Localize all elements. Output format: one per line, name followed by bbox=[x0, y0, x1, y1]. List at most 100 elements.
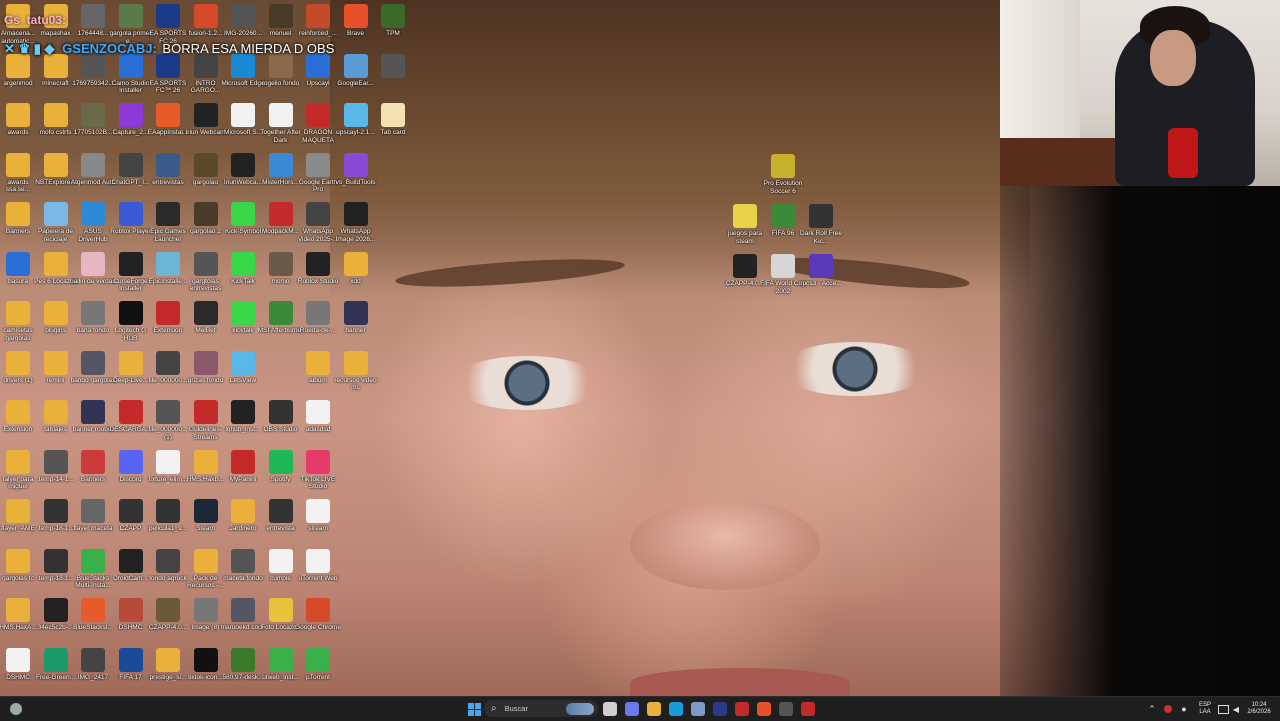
taskbar-app-settings[interactable] bbox=[690, 699, 706, 719]
desktop-icon-122[interactable]: stream bbox=[295, 495, 341, 543]
desktop-icon-image bbox=[306, 152, 330, 177]
desktop-icon-image bbox=[343, 103, 368, 127]
chat-username: Gs_tatu03: bbox=[4, 13, 67, 27]
desktop-icon-image bbox=[306, 400, 330, 424]
search-highlight-image bbox=[566, 702, 594, 715]
desktop-icon-image bbox=[343, 202, 368, 226]
desktop-icon-image bbox=[81, 647, 105, 672]
desktop-icon-image bbox=[81, 449, 105, 474]
desktop-icon-image bbox=[81, 53, 105, 78]
desktop-icon-134[interactable]: TPM bbox=[370, 0, 416, 48]
desktop-icon-image bbox=[193, 449, 218, 474]
desktop-icon-image bbox=[193, 4, 218, 28]
desktop-icon-image bbox=[231, 548, 255, 573]
desktop-icon-image bbox=[156, 598, 180, 622]
desktop-icon-131[interactable]: xdd bbox=[333, 248, 379, 296]
tray-mic-button[interactable]: ● bbox=[1178, 699, 1190, 719]
desktop-icon-label: Google Chrome bbox=[295, 624, 341, 631]
desktop-icon-image bbox=[43, 449, 68, 474]
taskbar-app-fifa[interactable] bbox=[712, 699, 728, 719]
desktop-icon-132[interactable]: banner bbox=[333, 297, 379, 345]
desktop-icon-image bbox=[193, 103, 218, 127]
desktop-icon-image bbox=[268, 449, 293, 474]
desktop-icon-right-3[interactable]: Dark Roll Free Kic... bbox=[798, 200, 844, 248]
desktop-icon-image bbox=[231, 103, 255, 127]
desktop-icon-image bbox=[343, 152, 368, 177]
desktop-icon-image bbox=[733, 254, 757, 278]
desktop-icon-image bbox=[81, 251, 105, 276]
network-icon bbox=[1217, 704, 1229, 714]
panini-icon bbox=[801, 702, 815, 716]
volume-button[interactable]: ◀ bbox=[1230, 699, 1242, 719]
desktop-icon-image bbox=[81, 548, 105, 573]
desktop-icon-135[interactable] bbox=[370, 50, 416, 98]
task-view-icon bbox=[603, 702, 617, 716]
desktop-icon-image bbox=[268, 647, 293, 672]
desktop-icon-129[interactable]: vs_BuildTools bbox=[333, 149, 379, 197]
desktop-icon-image bbox=[6, 152, 30, 177]
tray-app-button[interactable] bbox=[1162, 699, 1174, 719]
desktop-icon-image bbox=[268, 4, 293, 28]
taskbar-app-file-explorer[interactable] bbox=[646, 699, 662, 719]
taskbar-app-brave[interactable] bbox=[756, 699, 772, 719]
desktop-icon-image bbox=[156, 103, 180, 127]
desktop-icon-image bbox=[118, 4, 143, 28]
desktop-icon-120[interactable]: adasdsd bbox=[295, 396, 341, 444]
desktop-icon-image bbox=[269, 351, 293, 375]
clock-button[interactable]: 10:24 2/6/2026 bbox=[1244, 699, 1274, 719]
desktop-icon-136[interactable]: Tab card bbox=[370, 99, 416, 147]
desktop-icon-image bbox=[81, 350, 105, 375]
desktop-icon-123[interactable]: uTorrent Web bbox=[295, 545, 341, 593]
settings-icon bbox=[691, 702, 705, 716]
desktop-icon-image bbox=[6, 103, 30, 127]
taskbar-app-copilot[interactable] bbox=[624, 699, 640, 719]
edge-icon bbox=[669, 702, 683, 716]
taskbar-app-edge[interactable] bbox=[668, 699, 684, 719]
desktop-icon-124[interactable]: Google Chrome bbox=[295, 594, 341, 642]
tray-overflow-button[interactable]: ⌃ bbox=[1146, 699, 1158, 719]
desktop-icon-right-6[interactable]: rpcs3 - Acce... bbox=[798, 250, 844, 298]
desktop-icon-label: Dark Roll Free Kic... bbox=[800, 230, 842, 245]
msi-icon bbox=[735, 702, 749, 716]
desktop-icon-image bbox=[193, 53, 218, 78]
taskbar-app-msi[interactable] bbox=[734, 699, 750, 719]
desktop-icon-image bbox=[231, 598, 255, 622]
clock-date: 2/6/2026 bbox=[1247, 709, 1271, 715]
desktop-icon-image bbox=[306, 449, 330, 474]
desktop-icon-image bbox=[6, 350, 30, 375]
desktop-icon-image bbox=[43, 548, 68, 573]
language-indicator[interactable]: ESP LAA bbox=[1194, 699, 1216, 719]
desktop-icon-image bbox=[306, 103, 330, 127]
start-button[interactable] bbox=[466, 699, 482, 719]
network-button[interactable] bbox=[1216, 699, 1230, 719]
desktop-icon-image bbox=[156, 202, 180, 226]
taskbar-app-obs[interactable] bbox=[778, 699, 794, 719]
search-placeholder: Buscar bbox=[504, 704, 528, 713]
desktop-icon-label: adasdsd bbox=[305, 426, 331, 433]
desktop-icon-130[interactable]: WhatsApp Image 2026... bbox=[333, 198, 379, 246]
desktop-icon-image bbox=[43, 499, 68, 523]
wallpaper-lips bbox=[630, 668, 850, 698]
desktop-icon-image bbox=[193, 202, 218, 226]
taskbar-app-task-view[interactable] bbox=[602, 699, 618, 719]
desktop-icon-right-0[interactable]: Pro Evolution Soccer 6 bbox=[760, 150, 806, 198]
desktop-icon-133[interactable]: recursos video mc bbox=[333, 347, 379, 395]
desktop-icon-image bbox=[381, 103, 405, 127]
desktop-icon-image bbox=[43, 202, 68, 226]
taskbar-app-panini[interactable] bbox=[800, 699, 816, 719]
desktop-icon-125[interactable]: µTorrent bbox=[295, 644, 341, 692]
desktop-icon-image bbox=[43, 598, 68, 622]
desktop-icon-image bbox=[343, 301, 368, 325]
desktop-icon-121[interactable]: TikTok LIVE Studio bbox=[295, 446, 341, 494]
desktop-icon-label: µTorrent bbox=[306, 673, 330, 681]
desktop-icon-image bbox=[43, 103, 68, 127]
taskbar-search-box[interactable]: ⌕ Buscar bbox=[484, 700, 598, 717]
desktop-icon-image bbox=[81, 301, 105, 325]
desktop-icon-image bbox=[193, 301, 218, 325]
desktop-icon-image bbox=[43, 152, 68, 177]
desktop-icon-image bbox=[156, 301, 180, 325]
widgets-button[interactable] bbox=[8, 699, 24, 719]
desktop-icon-image bbox=[118, 301, 143, 325]
webcam-microphone bbox=[1168, 128, 1198, 178]
desktop-icon-image bbox=[118, 152, 143, 177]
